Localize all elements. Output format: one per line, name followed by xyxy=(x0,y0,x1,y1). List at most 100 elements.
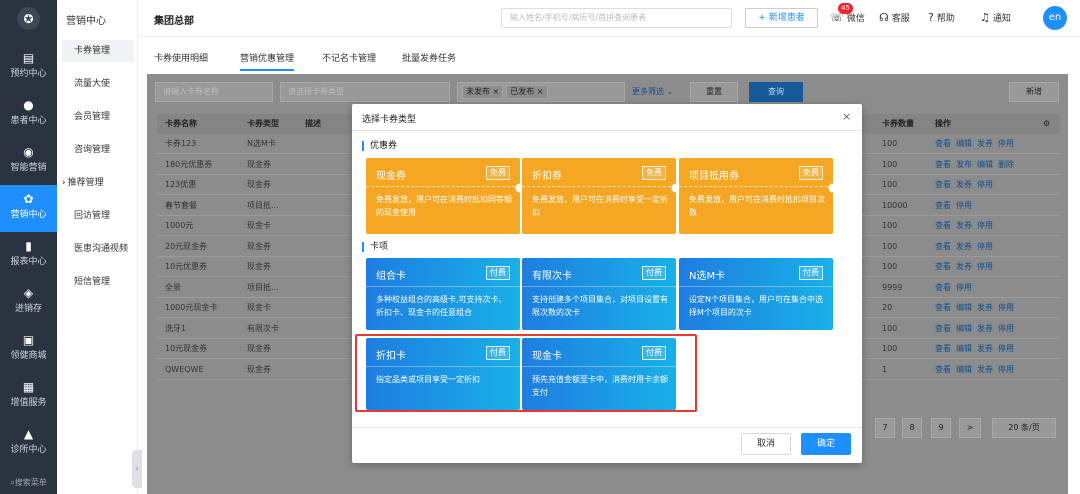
help-icon: ? xyxy=(928,11,934,24)
op-link[interactable]: 发券 xyxy=(956,221,972,230)
nav-item-stock[interactable]: ◈ 进销存 xyxy=(0,279,57,326)
op-link[interactable]: 停用 xyxy=(956,201,972,210)
smart-marketing-icon: ◉ xyxy=(23,145,34,159)
coupon-name-input[interactable]: 请输入卡券名称 xyxy=(155,82,273,102)
op-link[interactable]: 发券 xyxy=(956,180,972,189)
gear-icon[interactable]: ⚙ xyxy=(1043,114,1050,134)
more-filters-link[interactable]: 更多筛选 ⌄ xyxy=(632,86,673,97)
subnav-item-video[interactable]: 医患沟通视频 xyxy=(62,238,134,260)
op-link[interactable]: 删除 xyxy=(998,160,1014,169)
op-link[interactable]: 编辑 xyxy=(956,303,972,312)
op-link[interactable]: 停用 xyxy=(956,283,972,292)
op-link[interactable]: 查看 xyxy=(935,180,951,189)
collapse-handle[interactable]: ‹ xyxy=(132,450,142,488)
subnav-item-coupon[interactable]: 卡券管理 xyxy=(62,40,134,62)
op-link[interactable]: 停用 xyxy=(998,344,1014,353)
subnav-item-member[interactable]: 会员管理 xyxy=(62,106,134,128)
subnav-item-referral[interactable]: › 推荐管理 xyxy=(62,172,134,194)
op-link[interactable]: 查看 xyxy=(935,221,951,230)
subnav-item-consult[interactable]: 咨询管理 xyxy=(62,139,134,161)
card-limited-times[interactable]: 有限次卡 付费 支持创建多个项目集合，对项目设置有限次数的次卡 xyxy=(522,258,676,330)
op-link[interactable]: 停用 xyxy=(977,221,993,230)
col-header-desc: 描述 xyxy=(305,119,321,128)
op-link[interactable]: 发券 xyxy=(956,242,972,251)
card-n-choose-m[interactable]: N选M卡 付费 设定N个项目集合，用户可在集合中选择M个项目的次卡 xyxy=(679,258,833,330)
new-patient-button[interactable]: + 新增患者 xyxy=(745,8,818,28)
query-button[interactable]: 查询 xyxy=(749,82,803,102)
coupon-project[interactable]: 项目抵用券 免费 免费发放，用户可在消费时抵扣项目次数 xyxy=(679,158,833,234)
page-size-select[interactable]: 20 条/页 xyxy=(992,418,1056,438)
status-select[interactable]: 未发布 × 已发布 × xyxy=(457,82,625,102)
menu-search[interactable]: ⌕搜索菜单 xyxy=(0,472,57,494)
op-link[interactable]: 停用 xyxy=(977,180,993,189)
coupon-discount[interactable]: 折扣券 免费 免费发放，用户可在消费时享受一定折扣 xyxy=(522,158,676,234)
coupon-type-select[interactable]: 请选择卡券类型 xyxy=(280,82,450,102)
op-link[interactable]: 编辑 xyxy=(956,365,972,374)
next-page-button[interactable]: > xyxy=(959,418,981,438)
cell-qty: 100 xyxy=(882,241,898,251)
subnav-item-traffic[interactable]: 流量大使 xyxy=(62,73,134,95)
op-link[interactable]: 查看 xyxy=(935,160,951,169)
reset-button[interactable]: 重置 xyxy=(690,82,738,102)
subnav-item-followup[interactable]: 回访管理 xyxy=(62,205,134,227)
wechat-button[interactable]: ☏ 45 微信 xyxy=(830,3,865,24)
op-link[interactable]: 发布 xyxy=(956,160,972,169)
notify-button[interactable]: ♫ 通知 xyxy=(980,11,1011,24)
subnav-item-sms[interactable]: 短信管理 xyxy=(62,271,134,293)
op-link[interactable]: 发券 xyxy=(977,324,993,333)
clinic-icon: ▲ xyxy=(23,427,34,441)
op-link[interactable]: 停用 xyxy=(998,139,1014,148)
op-link[interactable]: 查看 xyxy=(935,242,951,251)
add-button[interactable]: 新增 xyxy=(1009,82,1059,102)
help-button[interactable]: ? 帮助 xyxy=(928,11,955,24)
op-link[interactable]: 查看 xyxy=(935,344,951,353)
coupon-cash[interactable]: 现金券 免费 免费发放，用户可在消费时抵扣同等额的现金使用 xyxy=(366,158,520,234)
page-8[interactable]: 8 xyxy=(902,418,922,438)
op-link[interactable]: 停用 xyxy=(977,262,993,271)
op-link[interactable]: 发券 xyxy=(977,303,993,312)
nav-item-report[interactable]: ▮ 报表中心 xyxy=(0,232,57,279)
confirm-button[interactable]: 确定 xyxy=(801,433,851,455)
page-9[interactable]: 9 xyxy=(931,418,951,438)
op-link[interactable]: 编辑 xyxy=(977,160,993,169)
nav-item-clinic[interactable]: ▲ 诊所中心 xyxy=(0,420,57,467)
op-link[interactable]: 发券 xyxy=(956,262,972,271)
nav-item-smart-marketing[interactable]: ◉ 智能营销 xyxy=(0,138,57,185)
op-link[interactable]: 查看 xyxy=(935,365,951,374)
nav-item-marketing[interactable]: ✿ 营销中心 xyxy=(0,185,57,232)
patient-search-input[interactable]: 输入姓名/手机号/病历号/首拼查询患者 xyxy=(501,8,732,28)
op-link[interactable]: 查看 xyxy=(935,324,951,333)
mall-icon: ▣ xyxy=(22,333,35,347)
menu-search-label: 搜索菜单 xyxy=(14,478,47,487)
nav-item-patient[interactable]: ● 患者中心 xyxy=(0,91,57,138)
nav-item-mall[interactable]: ▣ 领健商城 xyxy=(0,326,57,373)
op-link[interactable]: 发券 xyxy=(977,365,993,374)
cancel-button[interactable]: 取消 xyxy=(741,433,791,455)
op-link[interactable]: 查看 xyxy=(935,283,951,292)
op-link[interactable]: 编辑 xyxy=(956,344,972,353)
tab-batch-issue[interactable]: 批量发券任务 xyxy=(402,51,456,69)
op-link[interactable]: 查看 xyxy=(935,303,951,312)
op-link[interactable]: 停用 xyxy=(977,242,993,251)
service-button[interactable]: ☊ 客服 xyxy=(879,11,910,24)
op-link[interactable]: 编辑 xyxy=(956,324,972,333)
cell-ops: 查看 发券 停用 xyxy=(935,175,998,195)
op-link[interactable]: 查看 xyxy=(935,201,951,210)
avatar[interactable]: en xyxy=(1043,6,1067,30)
tab-usage-detail[interactable]: 卡券使用明细 xyxy=(154,51,208,69)
op-link[interactable]: 发券 xyxy=(977,139,993,148)
close-icon[interactable]: × xyxy=(842,110,851,123)
op-link[interactable]: 停用 xyxy=(998,324,1014,333)
card-combo[interactable]: 组合卡 付费 多种权益组合的高级卡,可支持次卡、折扣卡、现金卡的任意组合 xyxy=(366,258,520,330)
nav-item-service[interactable]: ▦ 增值服务 xyxy=(0,373,57,420)
tab-promo-manage[interactable]: 营销优惠管理 xyxy=(240,51,295,71)
op-link[interactable]: 停用 xyxy=(998,365,1014,374)
op-link[interactable]: 查看 xyxy=(935,262,951,271)
op-link[interactable]: 编辑 xyxy=(956,139,972,148)
op-link[interactable]: 停用 xyxy=(998,303,1014,312)
tab-bearer-card[interactable]: 不记名卡管理 xyxy=(322,51,376,69)
op-link[interactable]: 查看 xyxy=(935,139,951,148)
page-7[interactable]: 7 xyxy=(875,418,895,438)
op-link[interactable]: 发券 xyxy=(977,344,993,353)
nav-item-appointment[interactable]: ▤ 预约中心 xyxy=(0,44,57,91)
